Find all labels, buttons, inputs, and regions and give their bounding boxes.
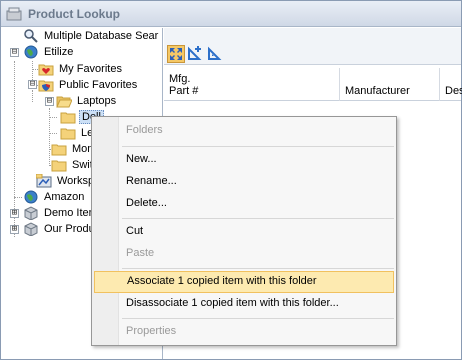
app-icon [6, 7, 22, 20]
grid-header: Mfg. Part # Manufacturer Des [164, 68, 462, 101]
menu-item-disassociate[interactable]: Disassociate 1 copied item with this fol… [92, 293, 396, 315]
expander-etilize[interactable]: ⊟ [10, 48, 19, 57]
window-title: Product Lookup [28, 6, 120, 21]
heart-folder-icon [38, 64, 54, 76]
tree-item-multiple-database-search[interactable]: Multiple Database Sear [23, 28, 160, 44]
folder-icon [60, 112, 76, 124]
title-bar[interactable]: Product Lookup [1, 1, 461, 27]
globe-icon [24, 190, 38, 204]
tree-item-public-favorites[interactable]: Public Favorites [38, 77, 139, 93]
search-icon [24, 29, 38, 43]
column-manufacturer[interactable]: Manufacturer [340, 68, 440, 101]
ruler-triangle-icon [208, 46, 222, 60]
package-icon [24, 206, 38, 220]
menu-item-paste: Paste [126, 247, 155, 259]
column-mfg-line2: Part # [169, 85, 199, 97]
tree-item-amazon[interactable]: Amazon [23, 189, 86, 205]
column-mfg-line1: Mfg. [169, 73, 191, 85]
column-description[interactable]: Des [440, 68, 462, 101]
package-icon [24, 222, 38, 236]
column-manufacturer-label: Manufacturer [345, 85, 410, 97]
globe-icon [24, 45, 38, 59]
folder-icon [60, 128, 76, 140]
tree-item-swit[interactable]: Swit [51, 157, 95, 173]
menu-item-delete[interactable]: Delete... [92, 193, 396, 215]
column-description-label: Des [445, 85, 462, 97]
tree-item-laptops[interactable]: Laptops [56, 93, 118, 109]
expander-our-products[interactable]: ⊞ [10, 225, 19, 234]
tree-item-etilize[interactable]: Etilize [23, 44, 75, 60]
move-arrows-icon [170, 48, 182, 60]
expander-demo-items[interactable]: ⊞ [10, 209, 19, 218]
menu-item-new[interactable]: New... [92, 149, 396, 171]
tree-item-mon[interactable]: Mon [51, 141, 95, 157]
add-triangle-icon [188, 46, 202, 60]
triangle-ruler-button[interactable] [207, 45, 225, 63]
expander-public-favorites[interactable]: ⊟ [28, 80, 37, 89]
toolbar [164, 28, 461, 65]
move-tool-button[interactable] [167, 45, 185, 63]
add-item-button[interactable] [187, 45, 205, 63]
folder-icon [51, 144, 67, 156]
menu-item-associate[interactable]: Associate 1 copied item with this folder [94, 271, 394, 293]
shield-folder-icon [38, 80, 54, 92]
workspace-icon [36, 174, 52, 188]
column-mfg-part[interactable]: Mfg. Part # [164, 68, 340, 101]
tree-item-workspace[interactable]: Worksp [36, 173, 96, 189]
menu-item-rename[interactable]: Rename... [92, 171, 396, 193]
tree-item-le[interactable]: Le [60, 125, 95, 141]
tree-item-my-favorites[interactable]: My Favorites [38, 61, 124, 77]
tree-item-demo-items[interactable]: Demo Iten [23, 205, 97, 221]
menu-item-properties: Properties [126, 325, 177, 337]
folder-icon [51, 160, 67, 172]
tree-item-our-products[interactable]: Our Produ [23, 221, 97, 237]
context-menu: Folders New... Rename... Delete... Cut P… [91, 116, 397, 346]
folder-open-icon [56, 96, 72, 108]
menu-item-folders: Folders [126, 124, 163, 136]
menu-item-cut[interactable]: Cut [92, 221, 396, 243]
expander-laptops[interactable]: ⊟ [45, 97, 54, 106]
